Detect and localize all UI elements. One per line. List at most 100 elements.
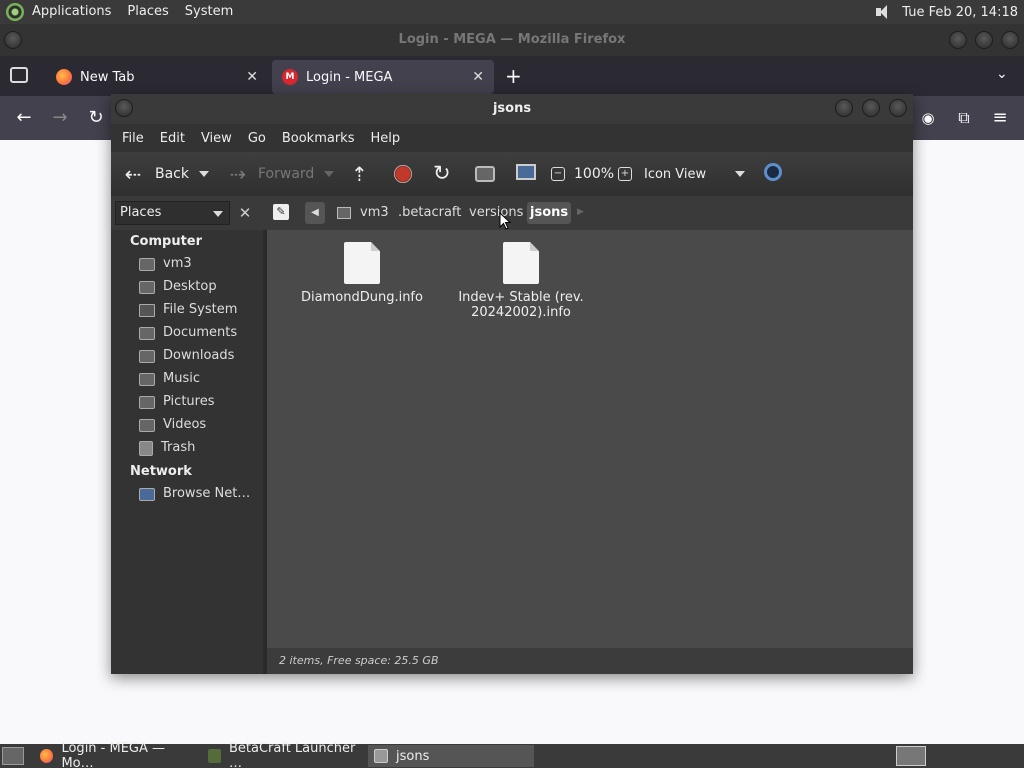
edit-location-pencil-icon[interactable]: ✎	[273, 204, 289, 220]
sidebar-item-label: Documents	[163, 325, 238, 340]
reload-icon[interactable]: ↻	[84, 106, 108, 130]
zoom-in-icon[interactable]: +	[618, 167, 632, 181]
task-jsons[interactable]: jsons	[368, 745, 534, 767]
file-name: DiamondDung.info	[301, 290, 423, 305]
sidebar-item-desktop[interactable]: Desktop	[139, 276, 217, 298]
menu-go[interactable]: Go	[240, 131, 274, 146]
file-name: Indev+ Stable (rev. 20242002).info	[458, 290, 584, 320]
menu-file[interactable]: File	[114, 131, 152, 146]
distro-logo-icon[interactable]	[6, 3, 24, 21]
file-item[interactable]: DiamondDung.info	[287, 242, 437, 305]
menu-view[interactable]: View	[193, 131, 240, 146]
task-firefox[interactable]: Login - MEGA — Mo…	[34, 741, 202, 768]
caja-window-title: jsons	[492, 101, 532, 116]
network-icon	[139, 487, 155, 501]
sidebar-item-file-system[interactable]: File System	[139, 299, 237, 321]
menu-places[interactable]: Places	[119, 0, 176, 24]
stop-icon[interactable]	[394, 165, 412, 183]
extensions-icon[interactable]: ⧉	[952, 106, 976, 130]
places-select-label: Places	[120, 205, 162, 220]
sidebar-close-icon[interactable]: ✕	[235, 201, 255, 225]
forward-history-dropdown-icon[interactable]	[324, 171, 334, 177]
firefox-window-title: Login - MEGA — Mozilla Firefox	[398, 32, 626, 47]
sidebar-item-label: vm3	[163, 256, 192, 271]
new-tab-plus-icon[interactable]: +	[505, 64, 522, 88]
volume-icon[interactable]	[874, 4, 894, 20]
menu-edit[interactable]: Edit	[152, 131, 193, 146]
sidebar-item-label: Desktop	[163, 279, 217, 294]
zoom-level[interactable]: 100%	[574, 152, 614, 196]
places-chevron-down-icon	[213, 211, 223, 217]
tab-close-icon[interactable]: ✕	[472, 69, 484, 85]
bottom-taskbar: Login - MEGA — Mo… BetaCraft Launcher … …	[0, 741, 1024, 768]
caja-maximize-icon[interactable]	[862, 99, 880, 117]
menu-system[interactable]: System	[177, 0, 241, 24]
sidebar-item-documents[interactable]: Documents	[139, 322, 237, 344]
caja-close-icon[interactable]	[889, 99, 907, 117]
back-button[interactable]: ⇠ Back	[121, 152, 189, 196]
sidebar-item-label: Browse Net…	[163, 486, 251, 501]
file-view-pane[interactable]: DiamondDung.info Indev+ Stable (rev. 202…	[267, 230, 913, 648]
sidebar-item-downloads[interactable]: Downloads	[139, 345, 234, 367]
view-mode-label: Icon View	[644, 166, 707, 182]
task-label: jsons	[396, 748, 430, 764]
clock[interactable]: Tue Feb 20, 14:18	[902, 5, 1024, 20]
breadcrumb-left-arrow-icon[interactable]: ◀	[305, 202, 325, 224]
back-history-dropdown-icon[interactable]	[199, 171, 209, 177]
up-parent-icon[interactable]: ⇡	[351, 162, 368, 186]
reload-icon[interactable]: ↻	[433, 161, 451, 185]
workspace-switcher-icon[interactable]	[896, 746, 926, 766]
trash-icon	[139, 440, 153, 456]
firefox-close-icon[interactable]	[1001, 31, 1019, 49]
home-folder-icon	[337, 207, 351, 219]
menu-applications[interactable]: Applications	[24, 0, 119, 24]
search-icon[interactable]	[764, 163, 782, 181]
home-folder-icon[interactable]	[475, 166, 495, 182]
downloads-folder-icon	[139, 349, 155, 363]
forward-arrow-icon[interactable]: →	[48, 106, 72, 130]
sidebar-item-browse-network[interactable]: Browse Net…	[139, 483, 250, 505]
caja-minimize-icon[interactable]	[835, 99, 853, 117]
breadcrumb-vm3[interactable]: vm3	[357, 202, 392, 224]
breadcrumb-right-arrow-icon[interactable]: ▶	[577, 207, 584, 217]
firefox-maximize-icon[interactable]	[975, 31, 993, 49]
places-select[interactable]: Places	[115, 201, 230, 225]
documents-folder-icon	[139, 326, 155, 340]
tab-close-icon[interactable]: ✕	[246, 69, 258, 85]
sidebar-item-videos[interactable]: Videos	[139, 414, 206, 436]
tab-login-mega[interactable]: M Login - MEGA ✕	[272, 60, 494, 94]
back-arrow-icon[interactable]: ←	[12, 106, 36, 130]
show-desktop-icon[interactable]	[2, 747, 24, 765]
sidebar-item-music[interactable]: Music	[139, 368, 200, 390]
firefox-titlebar[interactable]: Login - MEGA — Mozilla Firefox	[0, 24, 1024, 56]
firefox-view-icon[interactable]	[10, 67, 28, 83]
firefox-tabbar: New Tab ✕ M Login - MEGA ✕ + ⌄	[0, 56, 1024, 96]
breadcrumb-betacraft[interactable]: .betacraft	[395, 202, 464, 224]
tab-new-tab[interactable]: New Tab ✕	[46, 60, 268, 94]
menu-help[interactable]: Help	[362, 131, 408, 146]
mouse-cursor-icon	[499, 212, 511, 230]
betacraft-icon	[208, 749, 221, 763]
task-betacraft[interactable]: BetaCraft Launcher …	[202, 741, 368, 768]
computer-icon[interactable]	[516, 164, 536, 180]
zoom-out-icon[interactable]: −	[551, 167, 565, 181]
caja-window: jsons File Edit View Go Bookmarks Help ⇠…	[111, 94, 913, 674]
breadcrumb-versions[interactable]: versions	[466, 202, 526, 224]
view-mode-select[interactable]: Icon View	[644, 152, 748, 196]
firefox-window-menu-icon[interactable]	[4, 31, 22, 49]
sidebar-item-pictures[interactable]: Pictures	[139, 391, 214, 413]
caja-window-menu-icon[interactable]	[115, 99, 133, 117]
breadcrumb-jsons[interactable]: jsons	[527, 202, 572, 224]
account-icon[interactable]: ◉	[916, 106, 940, 130]
sidebar-item-trash[interactable]: Trash	[139, 437, 195, 459]
caja-titlebar[interactable]: jsons	[111, 94, 913, 124]
menu-bookmarks[interactable]: Bookmarks	[274, 131, 363, 146]
caja-menubar: File Edit View Go Bookmarks Help	[111, 124, 913, 152]
forward-button[interactable]: ⇢ Forward	[226, 152, 315, 196]
file-item[interactable]: Indev+ Stable (rev. 20242002).info	[446, 242, 596, 320]
view-mode-chevron-down-icon[interactable]	[735, 171, 745, 177]
hamburger-menu-icon[interactable]: ≡	[988, 106, 1012, 130]
list-all-tabs-chevron-icon[interactable]: ⌄	[996, 66, 1008, 82]
firefox-minimize-icon[interactable]	[949, 31, 967, 49]
sidebar-item-vm3[interactable]: vm3	[139, 253, 192, 275]
